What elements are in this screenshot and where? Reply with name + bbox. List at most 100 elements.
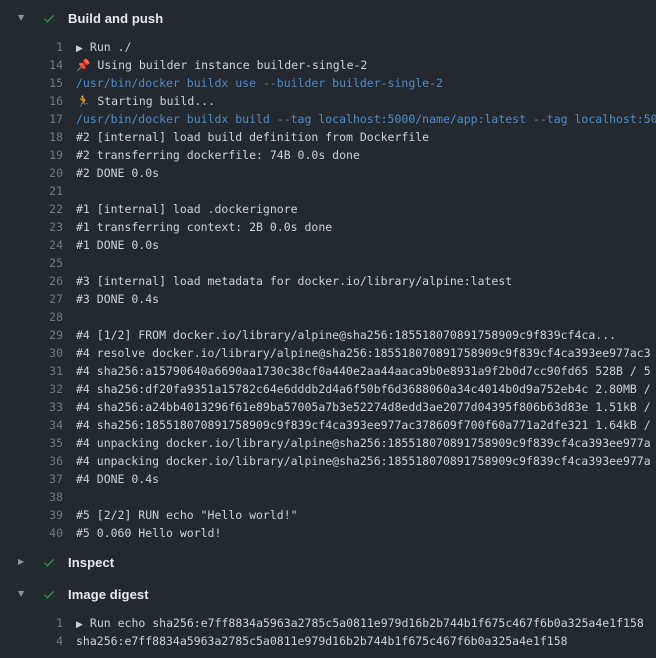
line-number[interactable]: 16 <box>0 92 63 110</box>
log-text-content: /usr/bin/docker buildx build --tag local… <box>76 112 656 126</box>
line-number[interactable]: 4 <box>0 632 63 650</box>
section-header-image-digest[interactable]: ▼ Image digest <box>0 582 656 606</box>
line-number[interactable]: 24 <box>0 236 63 254</box>
log-text-content: #4 unpacking docker.io/library/alpine@sh… <box>76 436 651 450</box>
line-number[interactable]: 30 <box>0 344 63 362</box>
line-number[interactable]: 38 <box>0 488 63 506</box>
section-title: Build and push <box>68 11 163 26</box>
line-number[interactable]: 37 <box>0 470 63 488</box>
log-text: #3 DONE 0.4s <box>76 290 159 308</box>
log-line: 32 #4 sha256:df20fa9351a15782c64e6dddb2d4… <box>0 380 656 398</box>
log-line: 19 #2 transferring dockerfile: 74B 0.0s d… <box>0 146 656 164</box>
log-line: 23 #1 transferring context: 2B 0.0s done <box>0 218 656 236</box>
log-text-content: #1 transferring context: 2B 0.0s done <box>76 220 332 234</box>
line-number[interactable]: 26 <box>0 272 63 290</box>
line-number[interactable]: 32 <box>0 380 63 398</box>
log-line: 25 <box>0 254 656 272</box>
log-text-content: #1 [internal] load .dockerignore <box>76 202 298 216</box>
log-line: 31 #4 sha256:a15790640a6690aa1730c38cf0a4… <box>0 362 656 380</box>
log-text: #4 sha256:185518070891758909c9f839cf4ca3… <box>76 416 651 434</box>
line-number[interactable]: 33 <box>0 398 63 416</box>
log-text: #4 unpacking docker.io/library/alpine@sh… <box>76 452 651 470</box>
log-text: #4 resolve docker.io/library/alpine@sha2… <box>76 344 651 362</box>
log-line: 28 <box>0 308 656 326</box>
log-line: 40 #5 0.060 Hello world! <box>0 524 656 542</box>
line-number[interactable]: 31 <box>0 362 63 380</box>
log-text: #4 sha256:a15790640a6690aa1730c38cf0a440… <box>76 362 651 380</box>
check-success-icon <box>42 588 56 601</box>
log-line: 17/usr/bin/docker buildx build --tag loc… <box>0 110 656 128</box>
line-number[interactable]: 35 <box>0 434 63 452</box>
line-number[interactable]: 25 <box>0 254 63 272</box>
log-line: 29 #4 [1/2] FROM docker.io/library/alpine… <box>0 326 656 344</box>
log-text-content: #4 DONE 0.4s <box>76 472 159 486</box>
log-text-content: #2 DONE 0.0s <box>76 166 159 180</box>
log-text-content: #2 [internal] load build definition from… <box>76 130 429 144</box>
line-number[interactable]: 36 <box>0 452 63 470</box>
line-number[interactable]: 22 <box>0 200 63 218</box>
line-number[interactable]: 23 <box>0 218 63 236</box>
line-number[interactable]: 34 <box>0 416 63 434</box>
check-success-icon <box>42 556 56 569</box>
play-icon[interactable]: ▶ <box>76 44 83 54</box>
line-number[interactable]: 15 <box>0 74 63 92</box>
log-line: 35 #4 unpacking docker.io/library/alpine@… <box>0 434 656 452</box>
runner-icon: 🏃 <box>76 94 90 108</box>
log-line: 36 #4 unpacking docker.io/library/alpine@… <box>0 452 656 470</box>
log-text-content: #4 unpacking docker.io/library/alpine@sh… <box>76 454 651 468</box>
log-text-content: Run echo sha256:e7ff8834a5963a2785c5a081… <box>90 616 644 630</box>
log-line: 33 #4 sha256:a24bb4013296f61e89ba57005a7b… <box>0 398 656 416</box>
log-text: #4 sha256:a24bb4013296f61e89ba57005a7b3e… <box>76 398 651 416</box>
pushpin-icon: 📌 <box>76 58 90 72</box>
line-number[interactable]: 39 <box>0 506 63 524</box>
log-text: #1 DONE 0.0s <box>76 236 159 254</box>
log-text-content: #2 transferring dockerfile: 74B 0.0s don… <box>76 148 360 162</box>
section-title: Inspect <box>68 555 114 570</box>
section-header-inspect[interactable]: ▶ Inspect <box>0 550 656 574</box>
log-text: #2 DONE 0.0s <box>76 164 159 182</box>
log-text: #4 sha256:df20fa9351a15782c64e6dddb2d4a6… <box>76 380 651 398</box>
log-text-content: #3 [internal] load metadata for docker.i… <box>76 274 512 288</box>
log-line: 15/usr/bin/docker buildx use --builder b… <box>0 74 656 92</box>
log-text-content: #4 sha256:a24bb4013296f61e89ba57005a7b3e… <box>76 400 651 414</box>
log-text: #4 DONE 0.4s <box>76 470 159 488</box>
log-line: 4sha256:e7ff8834a5963a2785c5a0811e979d16… <box>0 632 656 650</box>
chevron-right-icon[interactable]: ▶ <box>18 558 28 566</box>
line-number[interactable]: 21 <box>0 182 63 200</box>
line-number[interactable]: 1 <box>0 38 63 56</box>
line-number[interactable]: 27 <box>0 290 63 308</box>
log-text: ▶ Run echo sha256:e7ff8834a5963a2785c5a08… <box>76 614 644 632</box>
log-lines: 1 ▶ Run echo sha256:e7ff8834a5963a2785c5a0… <box>0 614 656 650</box>
line-number[interactable]: 29 <box>0 326 63 344</box>
section-title: Image digest <box>68 587 149 602</box>
log-line: 34 #4 sha256:185518070891758909c9f839cf4c… <box>0 416 656 434</box>
line-number[interactable]: 19 <box>0 146 63 164</box>
line-number[interactable]: 18 <box>0 128 63 146</box>
line-number[interactable]: 17 <box>0 110 63 128</box>
log-lines: 1 ▶Run ./ 14 📌 Using builder instance builde… <box>0 38 656 542</box>
log-text: 🏃 Starting build... <box>76 92 215 110</box>
log-text-content: Starting build... <box>97 94 215 108</box>
log-line: 16 🏃 Starting build... <box>0 92 656 110</box>
log-line: 30 #4 resolve docker.io/library/alpine@sh… <box>0 344 656 362</box>
play-icon[interactable]: ▶ <box>76 620 83 630</box>
log-text-content: #4 sha256:185518070891758909c9f839cf4ca3… <box>76 418 651 432</box>
section-header-build-and-push[interactable]: ▼ Build and push <box>0 6 656 30</box>
command-text: /usr/bin/docker buildx build --tag local… <box>76 110 656 128</box>
log-text-content: #3 DONE 0.4s <box>76 292 159 306</box>
line-number[interactable]: 40 <box>0 524 63 542</box>
log-text: ▶Run ./ <box>76 38 131 56</box>
log-text: #4 [1/2] FROM docker.io/library/alpine@s… <box>76 326 616 344</box>
log-text: #5 0.060 Hello world! <box>76 524 221 542</box>
line-number[interactable]: 1 <box>0 614 63 632</box>
chevron-down-icon[interactable]: ▼ <box>18 590 28 598</box>
log-section-inspect: ▶ Inspect <box>0 550 656 574</box>
command-text: /usr/bin/docker buildx use --builder bui… <box>76 74 443 92</box>
line-number[interactable]: 28 <box>0 308 63 326</box>
chevron-down-icon[interactable]: ▼ <box>18 14 28 22</box>
line-number[interactable]: 14 <box>0 56 63 74</box>
log-text-content: Using builder instance builder-single-2 <box>97 58 367 72</box>
line-number[interactable]: 20 <box>0 164 63 182</box>
log-text: 📌 Using builder instance builder-single-2 <box>76 56 367 74</box>
log-line: 14 📌 Using builder instance builder-single… <box>0 56 656 74</box>
